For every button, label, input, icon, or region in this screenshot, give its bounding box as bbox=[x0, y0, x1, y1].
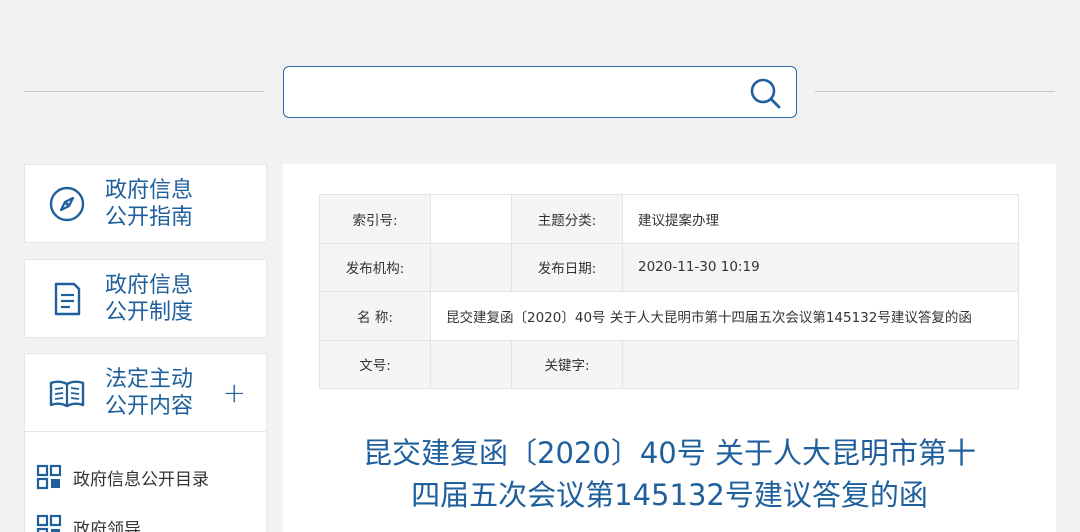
index-value bbox=[430, 194, 512, 244]
date-value: 2020-11-30 10:19 bbox=[622, 242, 1019, 292]
search-icon bbox=[750, 78, 781, 109]
table-row: 名 称: 昆交建复函〔2020〕40号 关于人大昆明市第十四届五次会议第1451… bbox=[319, 291, 1019, 341]
sub-nav-item-catalog[interactable]: 政府信息公开目录 bbox=[35, 462, 209, 492]
book-icon bbox=[49, 380, 85, 407]
keyword-value bbox=[622, 339, 1019, 389]
search-box bbox=[283, 66, 797, 118]
name-value: 昆交建复函〔2020〕40号 关于人大昆明市第十四届五次会议第145132号建议… bbox=[430, 291, 1019, 341]
main-content: 索引号: 主题分类: 建议提案办理 发布机构: 发布日期: 2020-11-30… bbox=[283, 164, 1056, 532]
table-row: 发布机构: 发布日期: 2020-11-30 10:19 bbox=[319, 242, 1019, 292]
divider-right bbox=[815, 91, 1055, 92]
docno-value bbox=[430, 339, 512, 389]
date-label: 发布日期: bbox=[511, 242, 623, 292]
topic-label: 主题分类: bbox=[511, 194, 623, 244]
article-title: 昆交建复函〔2020〕40号 关于人大昆明市第十 四届五次会议第145132号建… bbox=[363, 436, 976, 512]
document-icon bbox=[54, 282, 81, 315]
topic-value: 建议提案办理 bbox=[622, 194, 1019, 244]
keyword-label: 关键字: bbox=[511, 339, 623, 389]
org-value bbox=[430, 242, 512, 292]
sub-nav-item-leaders[interactable]: 政府领导 bbox=[35, 512, 141, 532]
sidebar-item-label: 政府信息 公开指南 bbox=[105, 177, 194, 230]
sidebar-item-guide[interactable]: 政府信息 公开指南 bbox=[24, 164, 267, 243]
divider-left bbox=[24, 91, 264, 92]
name-label: 名 称: bbox=[319, 291, 431, 341]
table-row: 索引号: 主题分类: 建议提案办理 bbox=[319, 194, 1019, 244]
search-button[interactable] bbox=[748, 76, 782, 110]
compass-icon bbox=[49, 186, 85, 221]
sub-nav-list: 政府信息公开目录 政府领导 bbox=[24, 432, 267, 532]
docno-label: 文号: bbox=[319, 339, 431, 389]
org-label: 发布机构: bbox=[319, 242, 431, 292]
grid-icon bbox=[36, 464, 62, 490]
sidebar-item-label: 政府信息 公开制度 bbox=[105, 272, 194, 325]
index-label: 索引号: bbox=[319, 194, 431, 244]
grid-icon bbox=[36, 514, 62, 532]
sidebar-item-system[interactable]: 政府信息 公开制度 bbox=[24, 259, 267, 338]
expand-icon[interactable]: + bbox=[223, 378, 246, 407]
sidebar-item-label: 法定主动 公开内容 bbox=[105, 366, 194, 419]
search-input[interactable] bbox=[296, 77, 736, 107]
sidebar-item-statutory[interactable]: 法定主动 公开内容 + bbox=[24, 353, 267, 432]
sub-nav-label: 政府信息公开目录 bbox=[73, 469, 209, 490]
sub-nav-label: 政府领导 bbox=[73, 519, 141, 532]
metadata-table: 索引号: 主题分类: 建议提案办理 发布机构: 发布日期: 2020-11-30… bbox=[319, 194, 1019, 389]
table-row: 文号: 关键字: bbox=[319, 339, 1019, 389]
